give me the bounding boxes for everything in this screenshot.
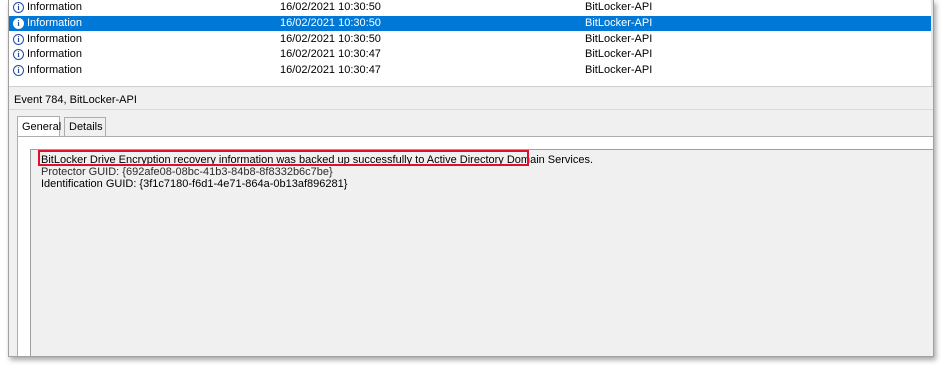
event-source: BitLocker-API — [585, 33, 653, 45]
event-viewer-window: i Information 16/02/2021 10:30:50 BitLock… — [8, 0, 934, 357]
event-detail-header: Event 784, BitLocker-API — [9, 91, 933, 110]
event-level: Information — [27, 17, 83, 29]
event-row[interactable]: i Information 16/02/2021 10:30:47 BitLock… — [9, 47, 933, 62]
event-list: i Information 16/02/2021 10:30:50 BitLock… — [9, 0, 933, 86]
event-row[interactable]: i Information 16/02/2021 10:30:47 BitLock… — [9, 63, 933, 78]
detail-tabs: General Details — [17, 116, 917, 137]
info-circle-icon: i — [13, 65, 24, 76]
event-list-scrollbar[interactable] — [931, 0, 933, 86]
event-message-area[interactable]: BitLocker Drive Encryption recovery info… — [30, 149, 933, 356]
general-tab-panel: BitLocker Drive Encryption recovery info… — [17, 136, 933, 356]
event-source: BitLocker-API — [585, 64, 653, 76]
event-row-selected[interactable]: i Information 16/02/2021 10:30:50 BitLock… — [9, 16, 933, 31]
event-level: Information — [27, 1, 83, 13]
message-line-3: Identification GUID: {3f1c7180-f6d1-4e71… — [41, 178, 348, 190]
info-circle-icon: i — [13, 2, 24, 13]
info-circle-icon: i — [13, 18, 24, 29]
event-source: BitLocker-API — [585, 17, 653, 29]
event-date: 16/02/2021 10:30:50 — [280, 17, 381, 29]
event-level: Information — [27, 64, 83, 76]
event-row[interactable]: i Information 16/02/2021 10:30:50 BitLock… — [9, 0, 933, 15]
event-date: 16/02/2021 10:30:47 — [280, 48, 381, 60]
event-source: BitLocker-API — [585, 1, 653, 13]
tab-details[interactable]: Details — [64, 117, 106, 136]
info-circle-icon: i — [13, 49, 24, 60]
event-date: 16/02/2021 10:30:50 — [280, 1, 381, 13]
info-circle-icon: i — [13, 34, 24, 45]
event-date: 16/02/2021 10:30:47 — [280, 64, 381, 76]
event-date: 16/02/2021 10:30:50 — [280, 33, 381, 45]
event-level: Information — [27, 33, 83, 45]
event-level: Information — [27, 48, 83, 60]
event-source: BitLocker-API — [585, 48, 653, 60]
event-detail-title: Event 784, BitLocker-API — [14, 94, 137, 106]
event-row[interactable]: i Information 16/02/2021 10:30:50 BitLock… — [9, 32, 933, 47]
tab-general[interactable]: General — [17, 116, 61, 136]
